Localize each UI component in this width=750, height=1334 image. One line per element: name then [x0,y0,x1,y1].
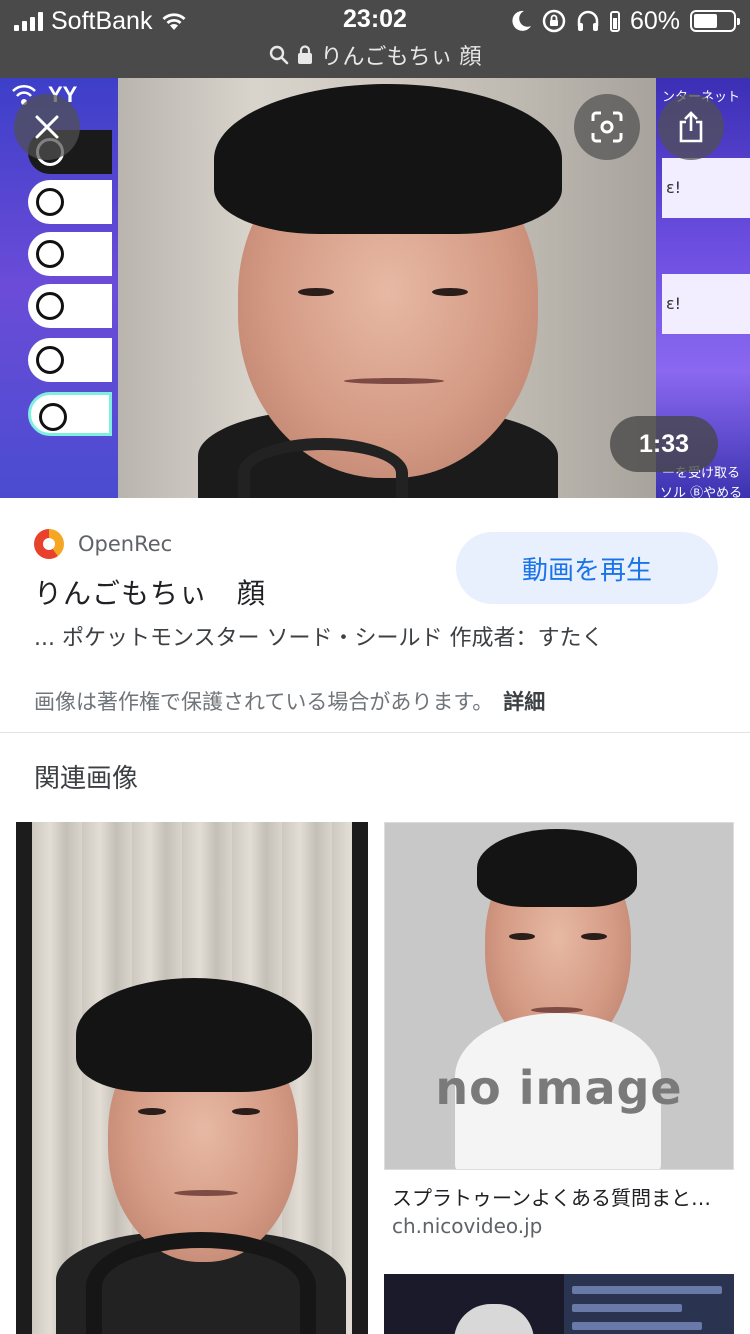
result-title[interactable]: りんごもちぃ 顔 [34,572,266,612]
screen-row [572,1322,702,1330]
person-face [454,1304,534,1334]
copyright-notice: 画像は著作権で保護されている場合があります。 詳細 [34,686,545,716]
moon-icon [512,10,531,31]
source-name: OpenRec [78,532,173,556]
source-row[interactable]: OpenRec [34,528,172,560]
mouth [344,378,444,384]
game-text: ε! [666,178,682,197]
lens-button[interactable] [574,94,640,160]
copyright-text: 画像は著作権で保護されている場合があります。 [34,690,494,714]
game-menu-item [28,232,112,276]
eye [581,933,607,940]
battery-level [694,14,717,28]
lock-icon [297,45,312,64]
person-hair [76,978,312,1092]
status-right: 60% [512,6,740,36]
status-bar: SoftBank 23:02 60% りんごもちぃ 顔 [0,0,750,78]
video-duration-badge: 1:33 [610,416,718,472]
eye [138,1108,166,1115]
rotation-lock-icon [542,9,566,33]
openrec-logo-icon [34,529,64,559]
game-menu-item [28,284,112,328]
eye [509,933,535,940]
game-text: ε! [666,294,682,313]
person-hair [477,829,637,907]
result-description: ... ポケットモンスター ソード・シールド 作成者：すたく [34,626,604,651]
game-card: ε! [662,274,750,334]
related-image-2[interactable]: no image [384,822,734,1170]
headphones [86,1232,316,1334]
share-button[interactable] [658,94,724,160]
search-icon [269,45,288,65]
eye [232,1108,260,1115]
close-icon [35,115,59,139]
game-card: ε! [662,158,750,218]
url-bar[interactable]: りんごもちぃ 顔 [0,40,750,70]
game-text: ソル Ⓑやめる [660,486,743,498]
game-menu-item [28,392,112,436]
battery-icon [690,10,740,32]
screen-row [572,1286,722,1294]
related-image-3[interactable] [384,1274,734,1334]
eye [298,288,334,296]
details-link[interactable]: 詳細 [503,690,545,714]
lens-icon [591,111,623,143]
share-icon [679,111,703,143]
related-caption[interactable]: スプラトゥーンよくある質問まと… [392,1182,722,1211]
no-image-label: no image [435,1061,683,1115]
play-video-button[interactable]: 動画を再生 [456,532,718,604]
game-menu-item [28,338,112,382]
game-menu-item [28,180,112,224]
url-text: りんごもちぃ 顔 [320,45,482,70]
headphones-icon [577,10,599,31]
close-button[interactable] [14,94,80,160]
mouth [174,1190,238,1196]
related-image-1[interactable] [16,822,368,1334]
divider [0,732,750,733]
related-domain: ch.nicovideo.jp [392,1214,543,1238]
screen-row [572,1304,682,1312]
battery-small-icon [609,11,620,32]
related-heading: 関連画像 [34,764,139,794]
eye [432,288,468,296]
person-hair [214,84,562,234]
hero-image[interactable]: YY ンターネット ε! ε! ーを受け取る ソル Ⓑやめる [0,78,750,498]
battery-percent: 60% [629,6,680,35]
